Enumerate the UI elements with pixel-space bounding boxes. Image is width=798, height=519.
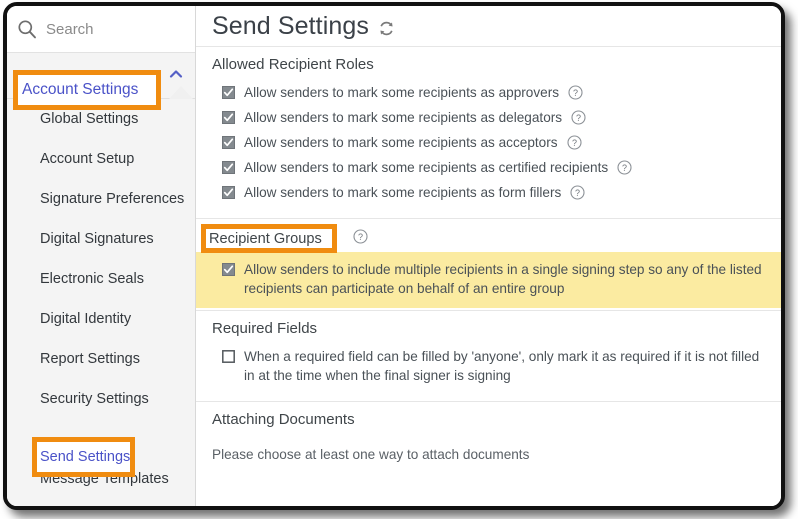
- svg-text:?: ?: [572, 138, 577, 148]
- sidebar-item-digital-identity[interactable]: Digital Identity: [7, 299, 195, 339]
- section-heading: Required Fields: [212, 320, 318, 337]
- svg-text:?: ?: [575, 188, 580, 198]
- section-heading-highlighted: Recipient Groups: [209, 230, 322, 247]
- attach-documents-note: Please choose at least one way to attach…: [212, 447, 530, 462]
- checkbox-checked-icon[interactable]: [222, 136, 235, 149]
- sidebar: Account Settings Global Settings Account…: [7, 6, 196, 506]
- section-required-fields: Required Fields When a required field ca…: [196, 310, 781, 401]
- panel-pointer-notch: [169, 86, 193, 99]
- page-title: Send Settings: [212, 11, 369, 40]
- sidebar-group-label-highlighted[interactable]: Account Settings: [13, 70, 161, 110]
- svg-text:?: ?: [576, 113, 581, 123]
- help-icon[interactable]: ?: [570, 185, 585, 200]
- option-row[interactable]: Allow senders to mark some recipients as…: [196, 130, 781, 155]
- option-list: When a required field can be filled by '…: [196, 344, 781, 401]
- window-content: Account Settings Global Settings Account…: [7, 6, 781, 506]
- sidebar-item-digital-signatures[interactable]: Digital Signatures: [7, 219, 195, 259]
- page-header: Send Settings: [196, 6, 781, 46]
- svg-text:?: ?: [573, 88, 578, 98]
- option-label: Allow senders to mark some recipients as…: [244, 85, 560, 100]
- option-label: Allow senders to mark some recipients as…: [244, 185, 562, 200]
- refresh-icon[interactable]: [378, 20, 395, 37]
- option-row[interactable]: When a required field can be filled by '…: [196, 344, 781, 388]
- help-icon[interactable]: ?: [571, 110, 586, 125]
- help-icon[interactable]: ?: [568, 85, 583, 100]
- help-icon[interactable]: ?: [353, 229, 368, 244]
- section-recipient-groups: Recipient Groups ? Allow senders to incl…: [196, 218, 781, 308]
- checkbox-checked-icon[interactable]: [222, 86, 235, 99]
- option-row[interactable]: Allow senders to mark some recipients as…: [196, 105, 781, 130]
- help-icon[interactable]: ?: [566, 135, 582, 150]
- sidebar-item-signature-preferences[interactable]: Signature Preferences: [7, 179, 195, 219]
- option-row[interactable]: Allow senders to mark some recipients as…: [196, 155, 781, 180]
- help-icon[interactable]: ?: [617, 160, 632, 175]
- search-bar[interactable]: [7, 6, 195, 53]
- sidebar-item-electronic-seals[interactable]: Electronic Seals: [7, 259, 195, 299]
- search-icon: [18, 20, 36, 39]
- search-input[interactable]: [46, 20, 176, 38]
- option-label: Allow senders to mark some recipients as…: [244, 160, 609, 175]
- option-list: Allow senders to mark some recipients as…: [196, 80, 781, 218]
- checkbox-checked-icon[interactable]: [222, 263, 235, 276]
- sidebar-item-security-settings[interactable]: Security Settings: [7, 379, 195, 419]
- option-row[interactable]: Allow senders to include multiple recipi…: [196, 252, 781, 308]
- option-row[interactable]: Allow senders to mark some recipients as…: [196, 180, 781, 205]
- checkbox-unchecked-icon[interactable]: [222, 350, 235, 363]
- section-heading: Attaching Documents: [212, 411, 355, 428]
- option-row[interactable]: Allow senders to mark some recipients as…: [196, 80, 781, 105]
- application-window: Account Settings Global Settings Account…: [3, 2, 785, 510]
- option-label: Allow senders to mark some recipients as…: [244, 110, 563, 125]
- option-label: When a required field can be filled by '…: [244, 349, 760, 383]
- checkbox-checked-icon[interactable]: [222, 186, 235, 199]
- option-label: Allow senders to mark some recipients as…: [244, 135, 558, 150]
- section-attaching-documents: Attaching Documents Please choose at lea…: [196, 401, 781, 476]
- main-content: Send Settings Allowed Recipient Roles Al…: [196, 6, 781, 506]
- checkbox-checked-icon[interactable]: [222, 161, 235, 174]
- chevron-up-icon[interactable]: [169, 69, 183, 79]
- option-label: Allow senders to include multiple recipi…: [244, 262, 762, 296]
- sidebar-item-send-settings-highlighted[interactable]: Send Settings: [32, 437, 135, 477]
- svg-text:?: ?: [358, 232, 363, 242]
- checkbox-checked-icon[interactable]: [222, 111, 235, 124]
- sidebar-item-account-setup[interactable]: Account Setup: [7, 139, 195, 179]
- section-heading: Allowed Recipient Roles: [212, 56, 374, 73]
- sidebar-item-report-settings[interactable]: Report Settings: [7, 339, 195, 379]
- section-allowed-recipient-roles: Allowed Recipient Roles Allow senders to…: [196, 46, 781, 218]
- svg-text:?: ?: [622, 163, 627, 173]
